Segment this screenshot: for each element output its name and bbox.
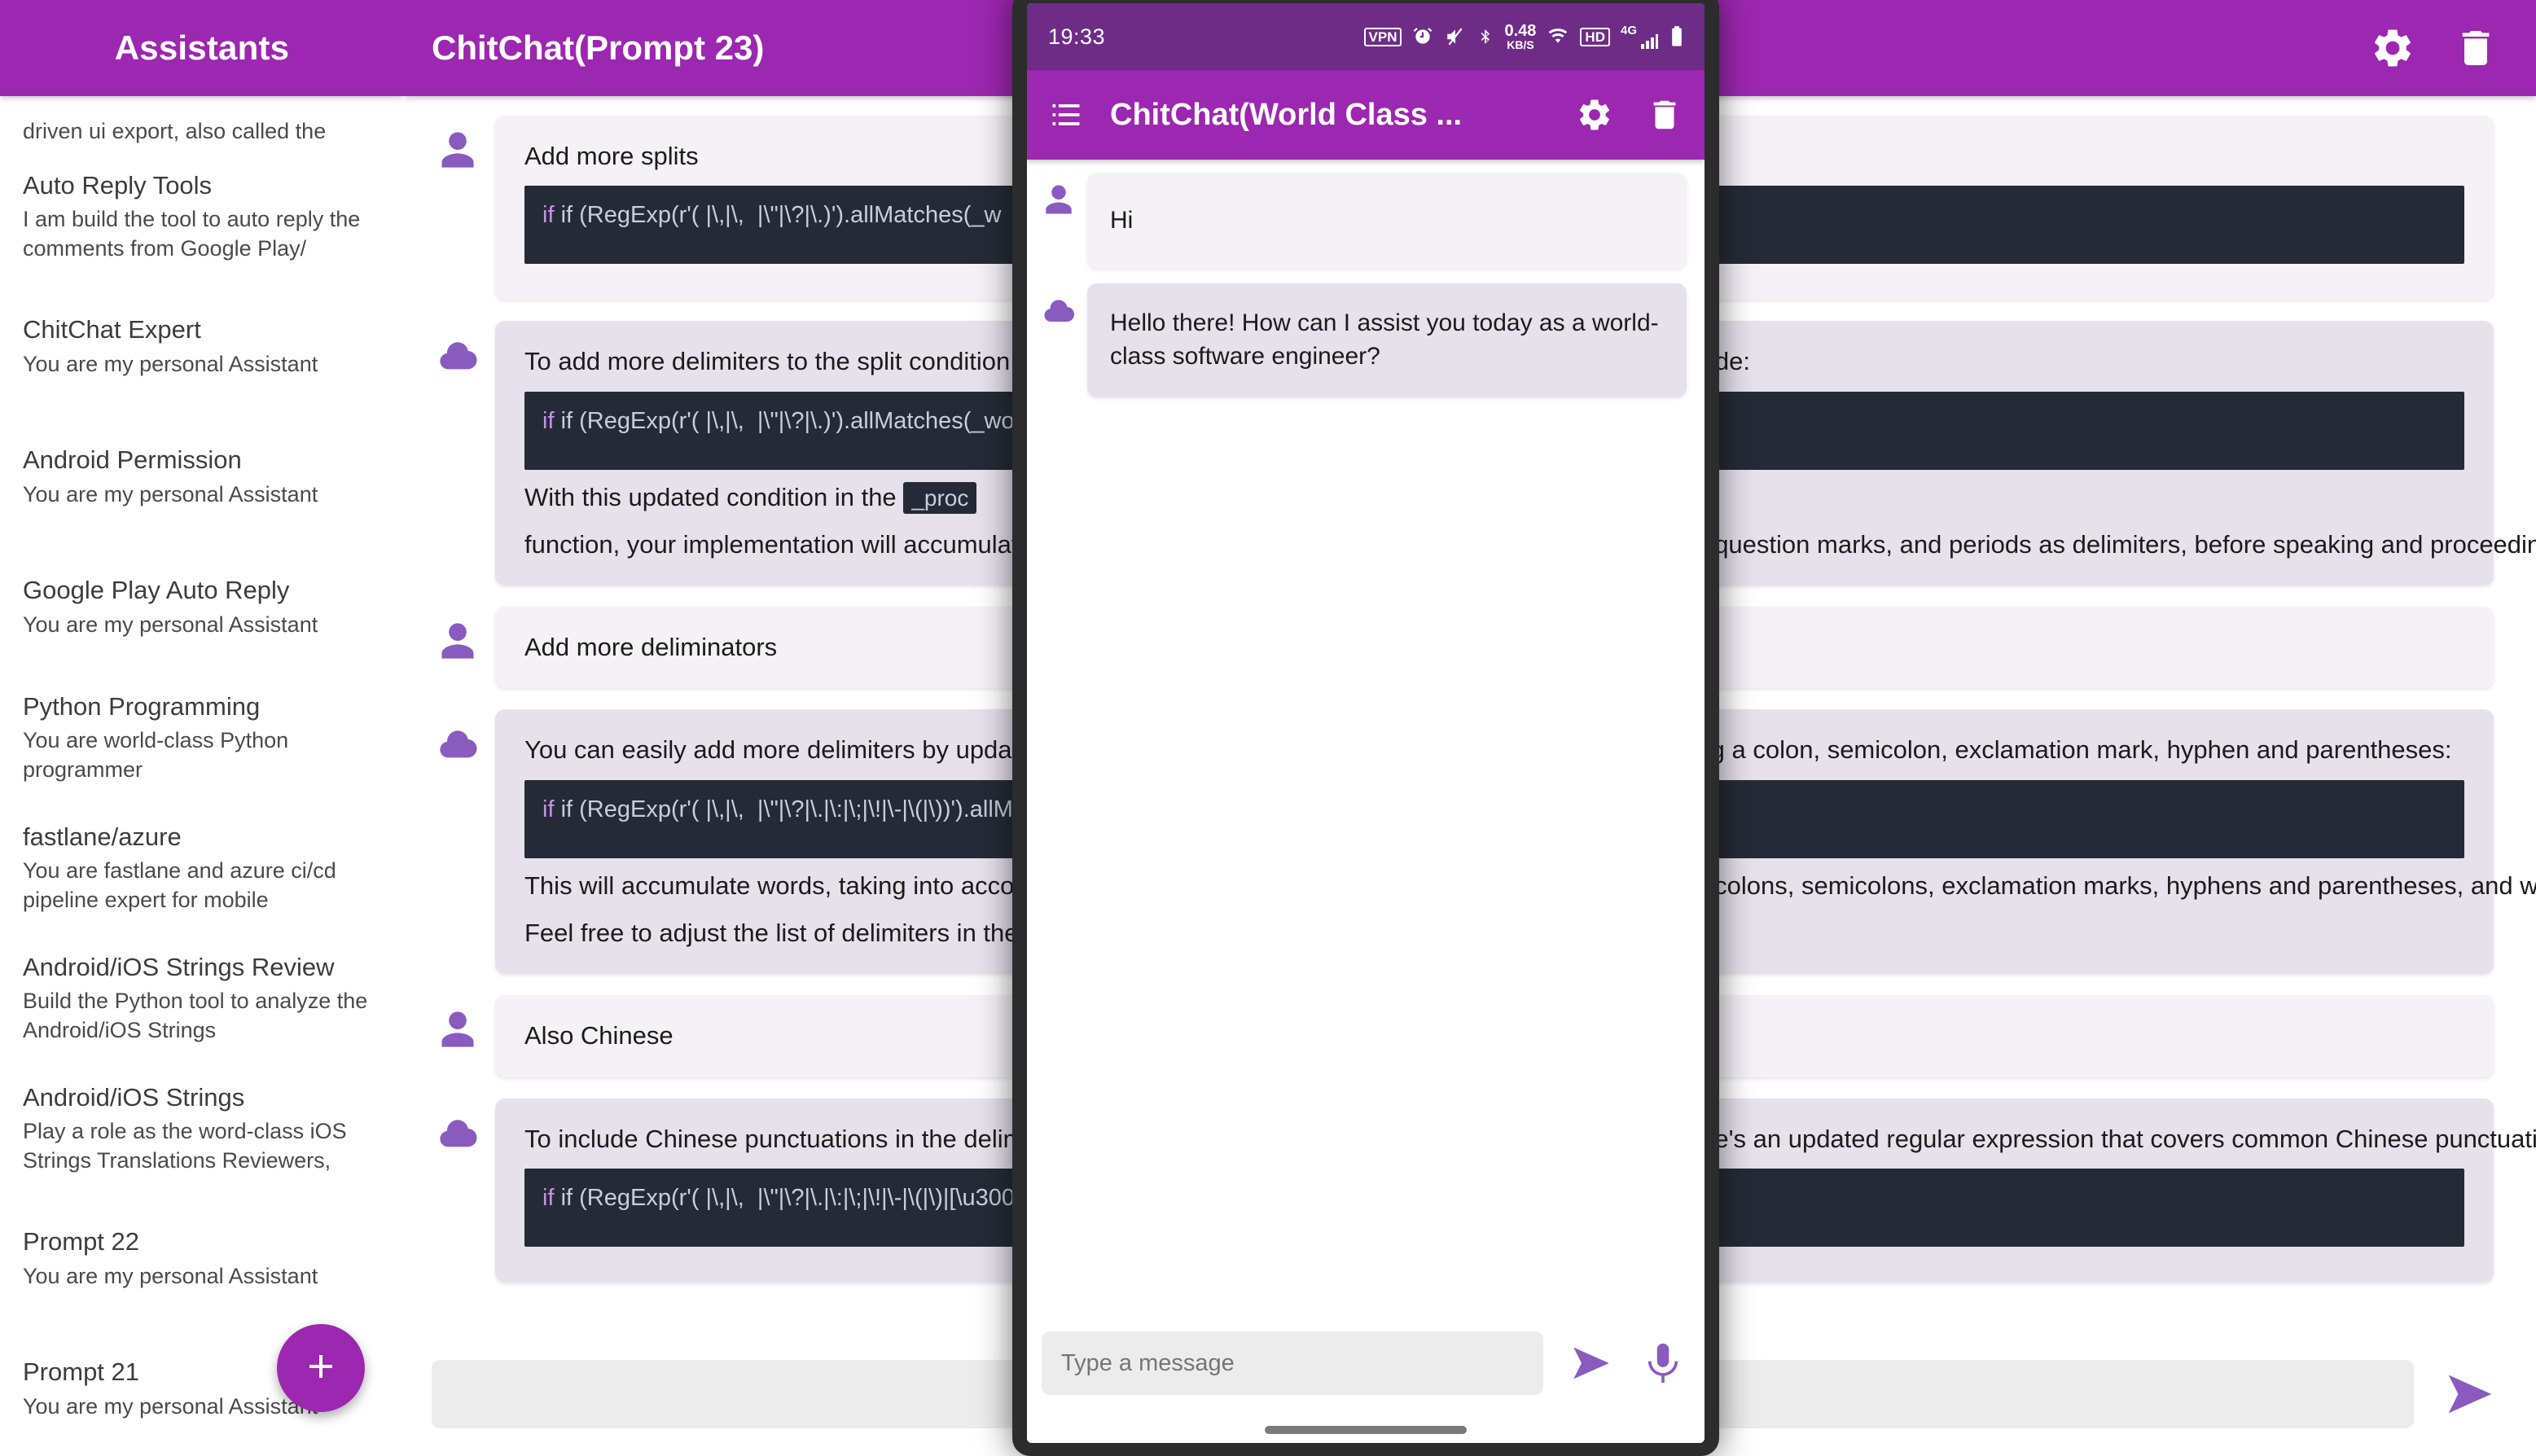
list-item[interactable]: Google Play Auto Reply You are my person… — [0, 542, 404, 673]
assistant-title: Auto Reply Tools — [23, 170, 381, 202]
list-item[interactable]: Android/iOS Strings Play a role as the w… — [0, 1063, 404, 1194]
sidebar-appbar: Assistants — [0, 0, 404, 96]
bluetooth-icon — [1477, 25, 1494, 48]
assistants-sidebar: Assistants driven ui export, also called… — [0, 0, 404, 1446]
assistant-title: Prompt 22 — [23, 1226, 381, 1258]
vpn-badge-icon: VPN — [1364, 28, 1402, 46]
bot-avatar-icon — [437, 1112, 479, 1154]
bot-avatar-icon — [437, 334, 479, 376]
plus-icon — [301, 1347, 340, 1390]
user-avatar-icon — [437, 1008, 479, 1050]
assistant-title: ChitChat Expert — [23, 314, 381, 346]
4g-signal-icon: 4G — [1621, 24, 1660, 50]
phone-status-bar: 19:33 VPN 0.48 KB/S HD — [1027, 3, 1705, 70]
code-text: if (RegExp(r'( |\,|\, |\"|\?|\.)').allMa… — [561, 408, 1023, 434]
gear-icon[interactable] — [2370, 25, 2415, 71]
list-item[interactable]: Android/iOS Strings Review Build the Pyt… — [0, 933, 404, 1063]
user-avatar-icon — [1042, 182, 1076, 217]
user-avatar-icon — [437, 129, 479, 171]
phone-chat-bubble: Hi — [1087, 173, 1687, 269]
assistant-subtitle: You are my personal Assistant — [23, 1262, 381, 1292]
assistant-subtitle: You are world-class Python programmer — [23, 726, 381, 784]
inline-code: _proc — [903, 482, 976, 514]
assistant-title: Google Play Auto Reply — [23, 575, 381, 607]
assistant-title: Android Permission — [23, 445, 381, 476]
send-icon[interactable] — [2442, 1366, 2499, 1423]
phone-screen: 19:33 VPN 0.48 KB/S HD — [1027, 3, 1705, 1443]
code-text: if (RegExp(r'( |\,|\, |\"|\?|\.|\:|\;|\!… — [561, 1185, 1029, 1211]
list-item[interactable]: Android Permission You are my personal A… — [0, 412, 404, 542]
home-indicator-pill — [1265, 1426, 1467, 1434]
assistant-title: Android/iOS Strings — [23, 1082, 381, 1114]
assistant-subtitle: Play a role as the word-class iOS String… — [23, 1117, 381, 1175]
alarm-icon — [1412, 26, 1433, 47]
phone-message-bot: Hello there! How can I assist you today … — [1040, 283, 1687, 397]
hd-badge-icon: HD — [1580, 28, 1610, 46]
assistant-subtitle: driven ui export, also called the — [23, 117, 381, 147]
assistants-list[interactable]: driven ui export, also called the Auto R… — [0, 96, 404, 1446]
phone-home-indicator — [1027, 1417, 1705, 1443]
bubble-text: Hi — [1110, 204, 1133, 238]
list-item[interactable]: Auto Reply Tools I am build the tool to … — [0, 151, 404, 282]
trash-icon[interactable] — [2453, 25, 2499, 71]
list-item[interactable]: Prompt 22 You are my personal Assistant — [0, 1194, 404, 1324]
list-item[interactable]: ChitChat Expert You are my personal Assi… — [0, 282, 404, 412]
assistant-title: Python Programming — [23, 691, 381, 723]
phone-chat-bubble: Hello there! How can I assist you today … — [1087, 283, 1687, 397]
status-icon-group: VPN 0.48 KB/S HD 4G — [1364, 23, 1683, 50]
bubble-text: Hello there! How can I assist you today … — [1110, 307, 1664, 374]
bot-avatar-icon — [1042, 293, 1076, 327]
wifi-icon — [1547, 26, 1569, 47]
send-icon[interactable] — [1568, 1340, 1615, 1387]
phone-input-bar — [1027, 1309, 1705, 1417]
list-item[interactable]: Python Programming You are world-class P… — [0, 673, 404, 803]
mute-icon — [1444, 26, 1467, 47]
trash-icon[interactable] — [1646, 96, 1683, 134]
phone-message-user: Hi — [1040, 173, 1687, 269]
phone-message-list[interactable]: Hi Hello there! How can I assist you tod… — [1027, 160, 1705, 1309]
status-time: 19:33 — [1048, 24, 1105, 50]
gear-icon[interactable] — [1576, 96, 1613, 134]
bot-avatar-icon — [437, 722, 479, 765]
assistant-title: fastlane/azure — [23, 822, 381, 853]
user-avatar-icon — [437, 620, 479, 662]
assistant-subtitle: I am build the tool to auto reply the co… — [23, 205, 381, 263]
add-assistant-button[interactable] — [277, 1324, 365, 1412]
assistant-subtitle: You are fastlane and azure ci/cd pipelin… — [23, 857, 381, 914]
phone-message-input[interactable] — [1042, 1331, 1543, 1395]
code-text: if (RegExp(r'( |\,|\, |\"|\?|\.|\:|\;|\!… — [561, 796, 1027, 822]
phone-mockup-overlay: 19:33 VPN 0.48 KB/S HD — [1012, 0, 1719, 1456]
phone-appbar: ChitChat(World Class ... — [1027, 70, 1705, 160]
assistant-subtitle: You are my personal Assistant — [23, 480, 381, 510]
assistant-subtitle: Build the Python tool to analyze the And… — [23, 987, 381, 1045]
battery-icon — [1670, 25, 1683, 48]
bubble-text-2a: With this updated condition in the — [524, 483, 897, 511]
code-text: if (RegExp(r'( |\,|\, |\"|\?|\.)').allMa… — [561, 202, 1002, 228]
net-speed-value: 0.48 — [1504, 23, 1536, 39]
network-generation-label: 4G — [1621, 24, 1637, 37]
phone-chat-title: ChitChat(World Class ... — [1110, 98, 1543, 133]
list-item[interactable]: driven ui export, also called the — [0, 96, 404, 151]
microphone-icon[interactable] — [1639, 1340, 1687, 1387]
net-speed-unit: KB/S — [1507, 39, 1533, 50]
list-menu-icon[interactable] — [1048, 97, 1084, 133]
list-item[interactable]: fastlane/azure You are fastlane and azur… — [0, 803, 404, 933]
page-title: Assistants — [115, 29, 289, 68]
network-speed-icon: 0.48 KB/S — [1504, 23, 1536, 50]
assistant-subtitle: You are my personal Assistant — [23, 611, 381, 640]
assistant-title: Android/iOS Strings Review — [23, 952, 381, 984]
assistant-subtitle: You are my personal Assistant — [23, 350, 381, 379]
